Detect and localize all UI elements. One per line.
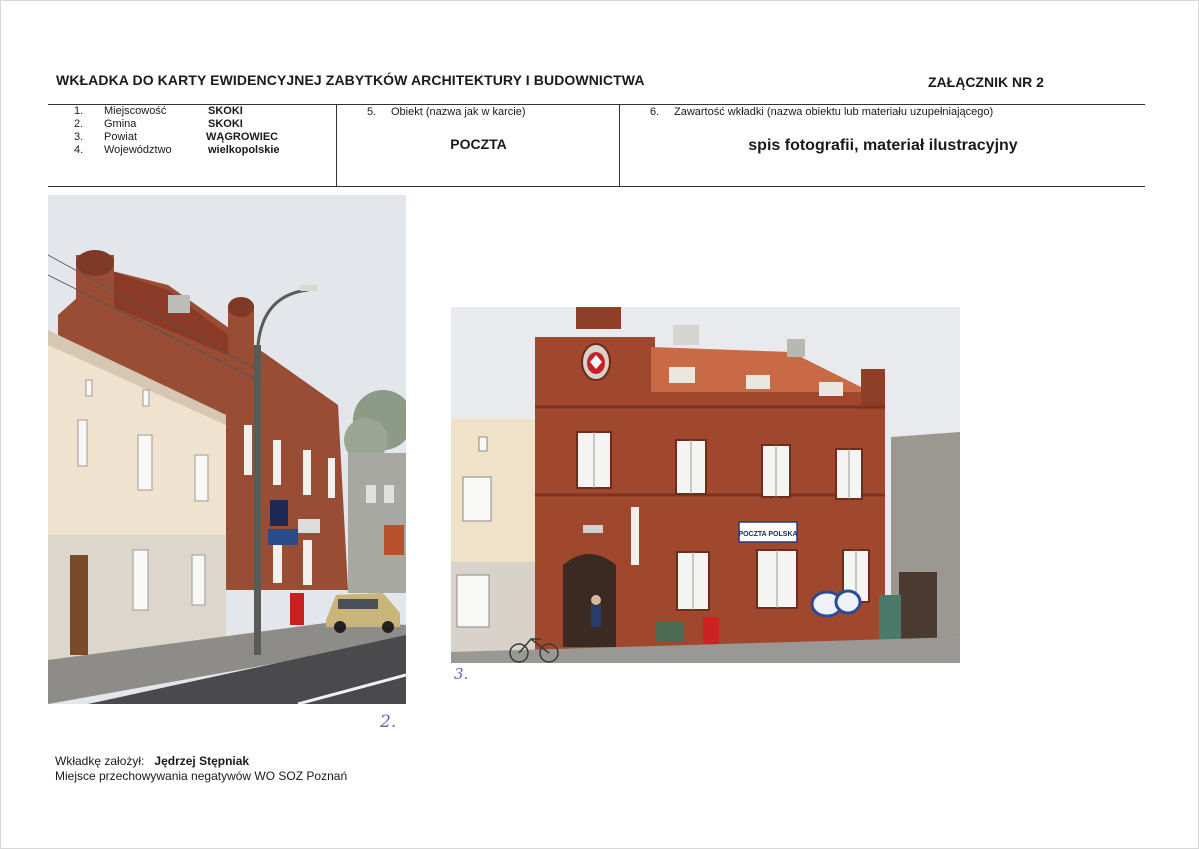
voivodeship-value: wielkopolskie bbox=[208, 144, 280, 156]
location-column: 1. Miejscowość SKOKI 2. Gmina SKOKI 3. P… bbox=[48, 105, 336, 186]
object-column: 5. Obiekt (nazwa jak w karcie) POCZTA bbox=[336, 105, 620, 186]
row-number: 3. bbox=[74, 131, 84, 143]
document-title: WKŁADKA DO KARTY EWIDENCYJNEJ ZABYTKÓW A… bbox=[56, 72, 645, 88]
row-label: Województwo bbox=[104, 144, 172, 156]
street-view-illustration bbox=[48, 195, 406, 704]
commune-value: SKOKI bbox=[208, 118, 243, 130]
photo-number-3: 3. bbox=[454, 665, 469, 683]
contents-column: 6. Zawartość wkładki (nazwa obiektu lub m… bbox=[619, 105, 1146, 186]
photo-post-office-front: POCZTA POLSKA bbox=[451, 307, 960, 663]
town-value: SKOKI bbox=[208, 105, 243, 117]
contents-header: 6. Zawartość wkładki (nazwa obiektu lub m… bbox=[650, 106, 993, 118]
object-label: Obiekt (nazwa jak w karcie) bbox=[391, 106, 526, 118]
photo-number-2: 2. bbox=[380, 712, 397, 732]
footer-author: Wkładkę założył: Jędrzej Stępniak bbox=[55, 754, 249, 768]
row-label: Powiat bbox=[104, 131, 138, 143]
row-number: 2. bbox=[74, 118, 84, 130]
row-label: Gmina bbox=[104, 118, 137, 130]
author-name: Jędrzej Stępniak bbox=[154, 754, 250, 768]
contents-label: Zawartość wkładki (nazwa obiektu lub mat… bbox=[674, 106, 994, 118]
info-table: 1. Miejscowość SKOKI 2. Gmina SKOKI 3. P… bbox=[48, 104, 1145, 187]
author-label: Wkładkę założył: bbox=[55, 754, 145, 768]
post-office-illustration: POCZTA POLSKA bbox=[451, 307, 960, 663]
footer-negatives-storage: Miejsce przechowywania negatywów WO SOZ … bbox=[55, 769, 348, 783]
photo-street-view bbox=[48, 195, 406, 704]
object-value: POCZTA bbox=[450, 136, 507, 152]
county-value: WĄGROWIEC bbox=[206, 131, 279, 143]
row-number: 1. bbox=[74, 105, 84, 117]
row-number: 4. bbox=[74, 144, 84, 156]
row-label: Miejscowość bbox=[104, 105, 167, 117]
row-number: 5. bbox=[367, 106, 377, 118]
post-sign-text: POCZTA POLSKA bbox=[738, 531, 797, 538]
row-number: 6. bbox=[650, 106, 660, 118]
attachment-number: ZAŁĄCZNIK NR 2 bbox=[928, 74, 1044, 90]
contents-value: spis fotografii, materiał ilustracyjny bbox=[748, 137, 1018, 154]
object-header: 5. Obiekt (nazwa jak w karcie) bbox=[367, 106, 526, 118]
